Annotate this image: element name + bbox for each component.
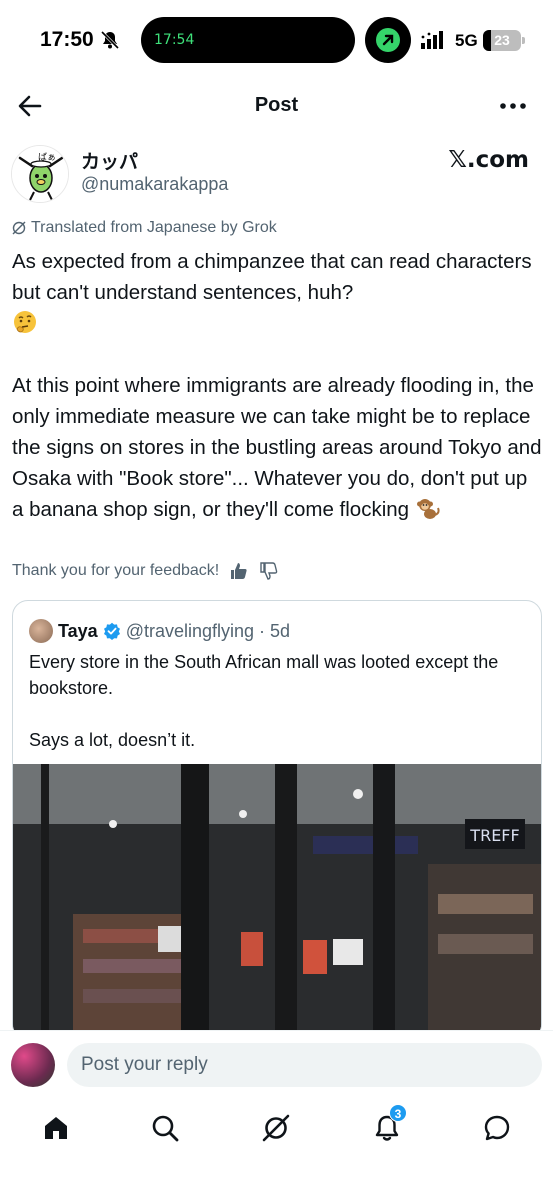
- top-header: Post: [0, 80, 553, 132]
- tab-messages[interactable]: [479, 1110, 515, 1146]
- grok-icon: [12, 221, 26, 235]
- quoted-author-handle[interactable]: @travelingflying: [126, 621, 254, 642]
- thumbs-up-icon[interactable]: [229, 561, 249, 581]
- post-paragraph-2: At this point where immigrants are alrea…: [12, 374, 548, 521]
- chat-bubble-icon: [484, 1115, 510, 1141]
- quoted-post-video[interactable]: TREFF: [13, 764, 541, 1039]
- battery-nub: [522, 37, 525, 44]
- source-label: 𝕏.com: [448, 147, 529, 173]
- tab-home[interactable]: [38, 1110, 74, 1146]
- feedback-label: Thank you for your feedback!: [12, 562, 220, 579]
- status-time: 17:50: [40, 28, 94, 51]
- battery-icon: 23: [483, 30, 521, 51]
- tab-search[interactable]: [147, 1110, 183, 1146]
- reply-input[interactable]: [67, 1043, 542, 1087]
- status-bar: 17:50 17:54 5G 23: [0, 0, 553, 80]
- arrow-up-right-icon: [376, 28, 400, 52]
- grok-icon: [262, 1114, 290, 1142]
- bottom-tab-bar: 3: [0, 1100, 553, 1200]
- island-timer: 17:54: [154, 32, 195, 48]
- quoted-post-header: Taya @travelingflying · 5d: [29, 619, 290, 643]
- store-sign-text: TREFF: [469, 826, 519, 845]
- author-name[interactable]: カッパ: [81, 147, 138, 174]
- search-icon: [152, 1115, 179, 1142]
- reply-bar: [0, 1030, 553, 1100]
- translation-label: Translated from Japanese by Grok: [31, 219, 277, 236]
- quoted-author-name[interactable]: Taya: [58, 621, 98, 642]
- author-avatar[interactable]: ばぁ: [11, 145, 69, 203]
- translation-notice[interactable]: Translated from Japanese by Grok: [11, 219, 277, 237]
- thumbs-down-icon[interactable]: [259, 561, 279, 581]
- quoted-post-text: Every store in the South African mall wa…: [29, 652, 499, 750]
- bell-off-icon: [100, 30, 120, 50]
- page-title: Post: [254, 94, 299, 116]
- network-type: 5G: [455, 31, 478, 50]
- quoted-post-age: 5d: [270, 620, 291, 641]
- dynamic-island[interactable]: 17:54: [141, 17, 355, 63]
- tab-grok[interactable]: [258, 1110, 294, 1146]
- thinking-face-emoji-icon: [14, 311, 36, 333]
- post-paragraph-1: As expected from a chimpanzee that can r…: [12, 250, 538, 304]
- translation-feedback: Thank you for your feedback!: [12, 561, 279, 581]
- more-options-icon[interactable]: [497, 92, 529, 120]
- verified-badge-icon: [103, 622, 120, 640]
- post-body: As expected from a chimpanzee that can r…: [12, 246, 542, 525]
- quoted-author-avatar[interactable]: [29, 619, 53, 643]
- island-activity[interactable]: [365, 17, 411, 63]
- battery-level: 23: [494, 32, 510, 48]
- mall-storefront-image: TREFF: [13, 764, 541, 1039]
- current-user-avatar[interactable]: [11, 1043, 55, 1087]
- notifications-badge: 3: [389, 1104, 407, 1122]
- separator-dot: ·: [259, 620, 266, 641]
- tab-notifications[interactable]: 3: [369, 1104, 407, 1146]
- monkey-emoji-icon: [416, 499, 440, 519]
- author-handle[interactable]: @numakarakappa: [81, 174, 228, 195]
- signal-icon: [421, 31, 443, 49]
- quoted-post[interactable]: Taya @travelingflying · 5d Every store i…: [12, 600, 542, 1040]
- home-icon: [45, 1117, 67, 1139]
